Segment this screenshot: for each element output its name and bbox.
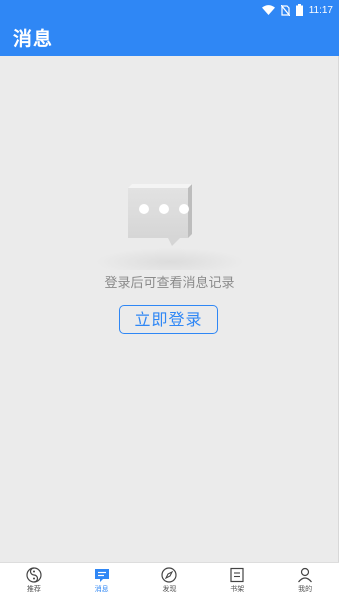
bottom-nav: 推荐 消息 发现 书架 我的 [0, 562, 339, 596]
sim-off-icon [280, 4, 290, 16]
nav-item-messages[interactable]: 消息 [68, 563, 136, 596]
yin-yang-icon [26, 567, 42, 583]
compass-icon [161, 567, 178, 583]
nav-label-profile: 我的 [298, 585, 313, 593]
login-button[interactable]: 立即登录 [119, 305, 218, 334]
wifi-icon [261, 5, 275, 15]
bookshelf-icon [230, 567, 244, 583]
nav-label-recommend: 推荐 [26, 585, 41, 593]
nav-label-messages: 消息 [94, 585, 109, 593]
nav-item-discover[interactable]: 发现 [136, 563, 204, 596]
person-icon [298, 567, 313, 583]
nav-label-bookshelf: 书架 [230, 585, 245, 593]
page-title: 消息 [13, 28, 54, 50]
nav-label-discover: 发现 [162, 585, 177, 593]
status-bar: 11:17 [261, 2, 333, 18]
chat-bubble-icon [96, 184, 244, 270]
status-time: 11:17 [308, 4, 333, 16]
empty-message: 登录后可查看消息记录 [104, 276, 235, 291]
nav-item-profile[interactable]: 我的 [271, 563, 339, 596]
battery-icon [295, 4, 303, 16]
nav-item-bookshelf[interactable]: 书架 [203, 563, 271, 596]
nav-item-recommend[interactable]: 推荐 [0, 563, 68, 596]
app-header: 11:17 消息 [0, 0, 339, 56]
message-empty-state: 登录后可查看消息记录 立即登录 [0, 56, 339, 562]
message-icon [94, 569, 109, 582]
